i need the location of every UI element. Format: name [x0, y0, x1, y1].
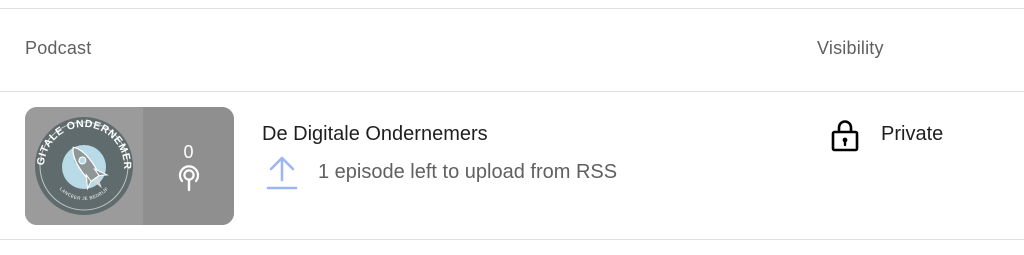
episode-count-panel: 0: [143, 107, 234, 225]
upload-arrow-icon: [266, 156, 298, 190]
upload-status-text: 1 episode left to upload from RSS: [318, 161, 618, 183]
microphone-icon: [178, 165, 200, 192]
podcast-thumbnail[interactable]: DIGITALE ONDERNEMERS LANCEER JE BEDRIJF …: [25, 107, 234, 225]
podcast-artwork: DIGITALE ONDERNEMERS LANCEER JE BEDRIJF: [25, 107, 143, 225]
column-header-visibility[interactable]: Visibility: [817, 38, 884, 59]
table-row[interactable]: DIGITALE ONDERNEMERS LANCEER JE BEDRIJF …: [0, 92, 1024, 239]
column-header-podcast[interactable]: Podcast: [25, 38, 91, 59]
episode-count: 0: [183, 142, 194, 162]
table-header: Podcast Visibility: [0, 9, 1024, 91]
podcast-artwork-image: DIGITALE ONDERNEMERS LANCEER JE BEDRIJF: [25, 107, 133, 215]
podcast-title[interactable]: De Digitale Ondernemers: [262, 123, 488, 146]
visibility-label: Private: [881, 123, 944, 145]
lock-icon: [831, 120, 859, 152]
table-bottom-divider: [0, 239, 1024, 240]
